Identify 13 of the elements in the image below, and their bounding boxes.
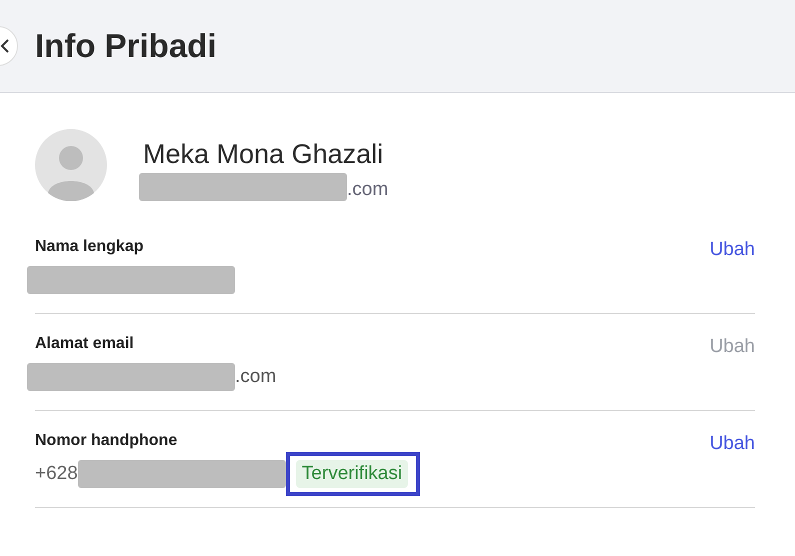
field-label: Nomor handphone bbox=[35, 432, 178, 450]
email-suffix: .com bbox=[347, 179, 388, 201]
edit-link[interactable]: Ubah bbox=[710, 433, 755, 455]
page-title: Info Pribadi bbox=[35, 27, 216, 65]
profile-name: Meka Mona Ghazali bbox=[143, 138, 384, 171]
field-value: +628 bbox=[35, 463, 78, 485]
edit-link[interactable]: Ubah bbox=[710, 239, 755, 261]
chevron-left-icon bbox=[0, 38, 11, 54]
field-label: Nama lengkap bbox=[35, 238, 144, 256]
field-label: Alamat email bbox=[35, 335, 134, 353]
verified-badge: Terverifikasi bbox=[296, 460, 408, 488]
avatar-icon bbox=[35, 129, 107, 201]
field-value: .com bbox=[235, 366, 276, 388]
